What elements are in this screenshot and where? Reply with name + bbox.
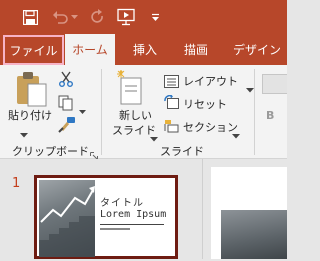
tab-insert[interactable]: 挿入 [124, 34, 166, 65]
slide-thumbnail-panel: 1 タイトル Lorem Ipsum [0, 159, 202, 259]
paste-dropdown-icon[interactable] [20, 123, 28, 142]
customize-qat-icon[interactable] [148, 7, 162, 27]
format-painter-icon[interactable] [58, 117, 76, 137]
redo-icon[interactable] [88, 7, 108, 27]
panel-splitter[interactable] [202, 159, 203, 259]
slide-thumbnail[interactable]: タイトル Lorem Ipsum [34, 175, 178, 259]
copy-icon[interactable] [58, 95, 74, 115]
new-slide-dropdown-icon[interactable] [150, 127, 158, 146]
cut-icon[interactable] [58, 71, 74, 91]
new-slide-label-1[interactable]: 新しい [119, 107, 152, 123]
save-icon[interactable] [20, 7, 40, 27]
undo-icon[interactable] [50, 7, 70, 27]
start-slideshow-icon[interactable] [116, 7, 136, 27]
tab-home[interactable]: ホーム [65, 34, 115, 65]
section-icon[interactable] [164, 118, 179, 137]
slide-editor-canvas[interactable] [211, 167, 287, 259]
thumbnail-divider [100, 224, 164, 225]
new-slide-icon[interactable] [117, 70, 143, 106]
paste-button[interactable]: 貼り付け [8, 107, 52, 123]
font-name-box[interactable] [262, 74, 287, 94]
slide-photo[interactable] [221, 210, 287, 259]
section-button[interactable]: セクション [183, 119, 238, 135]
tab-draw[interactable]: 描画 [175, 34, 217, 65]
ribbon-tab-bar: ファイル ホーム 挿入 描画 デザイン [0, 34, 287, 65]
group-separator [101, 69, 102, 155]
tab-design[interactable]: デザイン [225, 34, 287, 65]
bold-button[interactable]: B [266, 109, 274, 122]
undo-dropdown-icon[interactable] [68, 7, 80, 27]
thumbnail-fine-text [100, 228, 130, 230]
group-separator [254, 69, 255, 155]
quick-access-toolbar [0, 0, 287, 34]
slide-number: 1 [12, 176, 21, 191]
layout-button[interactable]: レイアウト [183, 73, 238, 89]
ribbon-home: 貼り付け クリップボード 新しい スライド レイアウト リセット セクション ス… [0, 65, 287, 160]
reset-button[interactable]: リセット [183, 96, 227, 112]
section-dropdown-icon[interactable] [232, 124, 240, 143]
reset-icon[interactable] [164, 94, 179, 114]
paste-icon[interactable] [14, 70, 48, 108]
clipboard-group-label: クリップボード [12, 145, 89, 158]
slides-group-label: スライド [160, 145, 204, 158]
layout-icon[interactable] [164, 73, 179, 92]
workspace: 1 タイトル Lorem Ipsum [0, 159, 287, 259]
copy-dropdown-icon[interactable] [79, 100, 86, 119]
thumbnail-photo [39, 180, 95, 257]
layout-dropdown-icon[interactable] [246, 78, 254, 97]
tab-file[interactable]: ファイル [3, 35, 64, 65]
thumbnail-subtitle: Lorem Ipsum [100, 209, 167, 220]
thumbnail-title: タイトル [100, 198, 144, 209]
